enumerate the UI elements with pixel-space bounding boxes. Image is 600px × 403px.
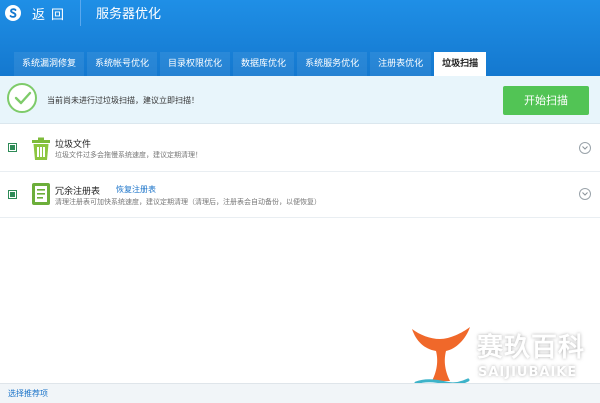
tab-registry-optimize[interactable]: 注册表优化 xyxy=(370,52,432,76)
header-bar: 返回 服务器优化 系统漏洞修复 系统帐号优化 目录权限优化 数据库优化 系统服务… xyxy=(0,0,600,76)
check-icon xyxy=(7,83,37,113)
status-bar: 当前尚未进行过垃圾扫描，建议立即扫描！ 开始扫描 xyxy=(0,76,600,124)
footer-bar: 选择推荐项 xyxy=(0,383,600,403)
junk-files-description: 垃圾文件过多会拖慢系统速度，建议定期清理！ xyxy=(55,151,202,159)
redundant-registry-title: 冗余注册表 xyxy=(55,187,101,197)
app-logo-icon xyxy=(5,5,21,21)
list-item-junk-files: 垃圾文件 垃圾文件过多会拖慢系统速度，建议定期清理！ xyxy=(0,124,600,172)
redundant-registry-checkbox[interactable] xyxy=(8,190,17,199)
tab-account-optimize[interactable]: 系统帐号优化 xyxy=(87,52,158,76)
page-title: 服务器优化 xyxy=(96,7,162,22)
tab-bar: 系统漏洞修复 系统帐号优化 目录权限优化 数据库优化 系统服务优化 注册表优化 … xyxy=(14,52,487,76)
back-button[interactable]: 返回 xyxy=(32,4,70,23)
tab-service-optimize[interactable]: 系统服务优化 xyxy=(297,52,368,76)
watermark-en-text: SAIJIUBAIKE xyxy=(478,365,578,380)
trash-icon xyxy=(30,137,52,161)
junk-files-checkbox[interactable] xyxy=(8,143,17,152)
tab-database-optimize[interactable]: 数据库优化 xyxy=(233,52,295,76)
junk-files-title: 垃圾文件 xyxy=(55,140,92,150)
registry-icon xyxy=(30,182,52,206)
status-message: 当前尚未进行过垃圾扫描，建议立即扫描！ xyxy=(47,96,199,105)
watermark-cn-text: 赛玖百科 xyxy=(477,333,586,363)
whale-tail-logo-icon xyxy=(412,327,470,386)
tab-junk-scan[interactable]: 垃圾扫描 xyxy=(434,52,487,76)
watermark: 赛玖百科 SAIJIUBAIKE xyxy=(410,325,600,387)
start-scan-button[interactable]: 开始扫描 xyxy=(503,86,589,115)
tab-directory-permission[interactable]: 目录权限优化 xyxy=(160,52,231,76)
tab-system-vuln-fix[interactable]: 系统漏洞修复 xyxy=(14,52,85,76)
header-divider xyxy=(80,0,81,26)
restore-registry-link[interactable]: 恢复注册表 xyxy=(116,184,156,195)
redundant-registry-description: 清理注册表可加快系统速度，建议定期清理（清理后，注册表会自动备份，以便恢复） xyxy=(55,198,321,206)
chevron-down-icon[interactable] xyxy=(579,142,591,154)
list-item-redundant-registry: 冗余注册表 恢复注册表 清理注册表可加快系统速度，建议定期清理（清理后，注册表会… xyxy=(0,172,600,218)
chevron-down-icon[interactable] xyxy=(579,188,591,200)
select-recommended-link[interactable]: 选择推荐项 xyxy=(8,388,48,399)
